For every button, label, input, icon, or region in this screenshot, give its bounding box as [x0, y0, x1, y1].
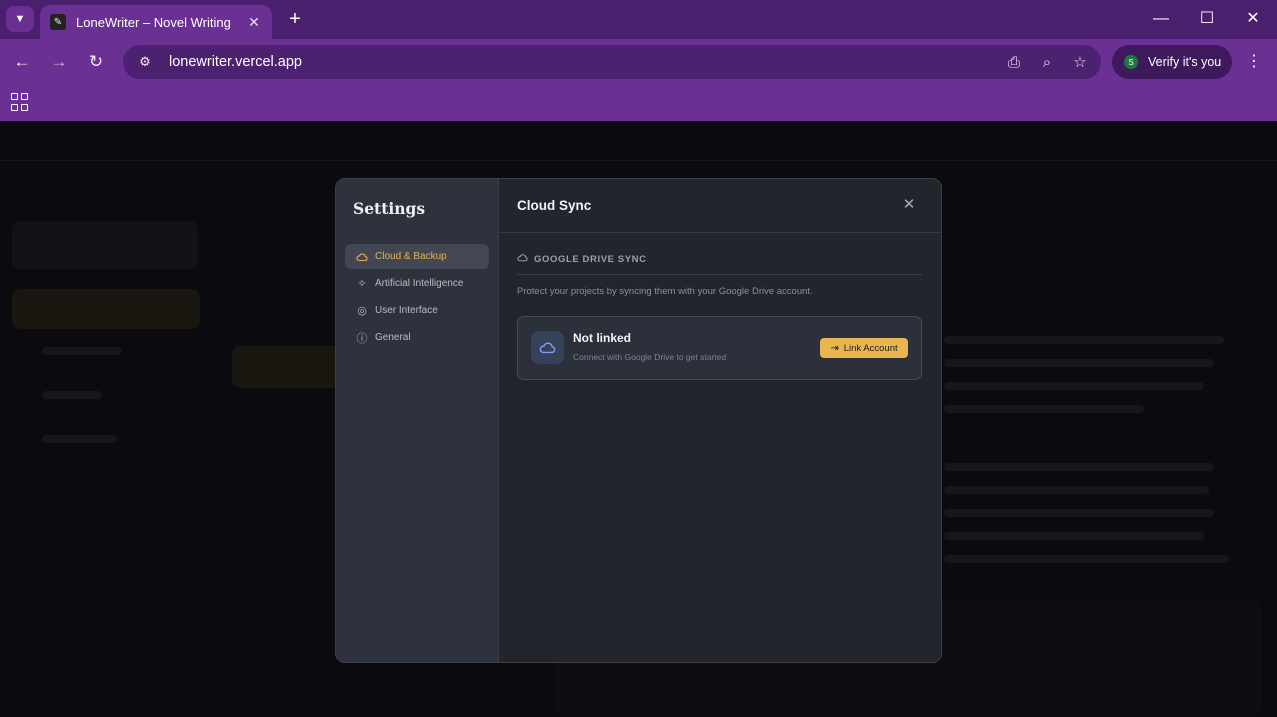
- dimmed-line: [42, 391, 102, 399]
- new-tab-button[interactable]: +: [284, 8, 306, 30]
- nav-item-user-interface[interactable]: ◎ User Interface: [345, 298, 489, 323]
- nav-item-cloud-backup[interactable]: Cloud & Backup: [345, 244, 489, 269]
- settings-panel: Cloud Sync ✕ GOOGLE DRIVE SYNC Protect y…: [499, 179, 941, 662]
- dimmed-line: [944, 336, 1224, 344]
- close-tab-icon[interactable]: ✕: [246, 14, 262, 31]
- cloud-icon: [355, 250, 369, 264]
- panel-title: Cloud Sync: [517, 198, 592, 213]
- plus-icon: +: [289, 8, 301, 30]
- dimmed-line: [944, 382, 1204, 390]
- minimize-icon: —: [1153, 10, 1169, 27]
- reload-icon: ↻: [88, 52, 104, 71]
- palette-icon: ◎: [357, 305, 367, 317]
- dimmed-line: [944, 509, 1214, 517]
- dimmed-active-item: [12, 289, 200, 329]
- sparkles-icon: ✧: [357, 278, 367, 290]
- link-status: Not linked: [573, 331, 632, 345]
- cloud-icon: [517, 253, 529, 265]
- bookmarks-bar: [0, 85, 1277, 121]
- app-topbar-dimmed: [0, 121, 1277, 161]
- link-account-button[interactable]: ⇥ Link Account: [820, 338, 908, 358]
- tab-title: LoneWriter – Novel Writing: [76, 14, 231, 30]
- nav-label: Cloud & Backup: [375, 251, 447, 262]
- dimmed-line: [944, 359, 1214, 367]
- link-account-label: Link Account: [843, 342, 898, 354]
- dimmed-line: [944, 486, 1209, 494]
- dimmed-line: [944, 532, 1204, 540]
- close-icon: ✕: [1246, 10, 1260, 27]
- reload-button[interactable]: ↻: [84, 51, 108, 73]
- arrow-right-icon: →: [50, 52, 68, 71]
- url-text[interactable]: lonewriter.vercel.app: [169, 54, 1002, 70]
- address-bar[interactable]: ⚙ lonewriter.vercel.app ⎙ ⌕ ☆: [123, 45, 1101, 79]
- tab-strip: ▼ ✎ LoneWriter – Novel Writing ✕ + — ☐ ✕: [0, 0, 1277, 39]
- site-settings-icon[interactable]: ⚙: [135, 52, 155, 72]
- more-vert-icon: ⋮: [1246, 53, 1262, 70]
- nav-label: Artificial Intelligence: [375, 278, 464, 289]
- nav-item-artificial-intelligence[interactable]: ✧ Artificial Intelligence: [345, 271, 489, 296]
- info-icon: ⓘ: [356, 332, 368, 345]
- panel-header: Cloud Sync ✕: [499, 179, 941, 233]
- nav-item-general[interactable]: ⓘ General: [345, 325, 489, 350]
- browser-chrome: ▼ ✎ LoneWriter – Novel Writing ✕ + — ☐ ✕…: [0, 0, 1277, 121]
- maximize-icon: ☐: [1199, 10, 1215, 27]
- dimmed-line: [42, 435, 117, 443]
- settings-modal: Settings Cloud & Backup ✧ Artificial Int…: [335, 178, 942, 663]
- drive-link-card: Not linked Connect with Google Drive to …: [517, 316, 922, 380]
- dimmed-line: [944, 555, 1229, 563]
- zoom-icon[interactable]: ⌕: [1035, 50, 1059, 74]
- settings-sidebar: Settings Cloud & Backup ✧ Artificial Int…: [336, 179, 499, 662]
- browser-menu-button[interactable]: ⋮: [1244, 50, 1264, 74]
- nav-label: General: [375, 332, 411, 343]
- minimize-button[interactable]: —: [1149, 8, 1173, 30]
- back-button[interactable]: ←: [10, 51, 34, 73]
- arrow-left-icon: ←: [13, 52, 31, 71]
- dimmed-line: [944, 463, 1214, 471]
- star-icon[interactable]: ☆: [1068, 50, 1092, 74]
- dimmed-line: [944, 405, 1144, 413]
- forward-button[interactable]: →: [47, 51, 71, 73]
- section-title: GOOGLE DRIVE SYNC: [534, 253, 647, 265]
- cloud-icon: [531, 331, 564, 364]
- section-header: GOOGLE DRIVE SYNC: [517, 253, 647, 265]
- tab-search-button[interactable]: ▼: [6, 6, 34, 32]
- install-app-icon[interactable]: ⎙: [1002, 50, 1026, 74]
- close-icon: ✕: [902, 196, 916, 213]
- pen-icon: ✎: [50, 14, 66, 30]
- dimmed-active-item: [232, 346, 342, 388]
- settings-title: Settings: [353, 199, 426, 218]
- chevron-down-icon: ▼: [14, 13, 26, 25]
- link-status-subtitle: Connect with Google Drive to get started: [573, 352, 727, 362]
- divider: [517, 274, 922, 275]
- dimmed-line: [42, 347, 122, 355]
- maximize-button[interactable]: ☐: [1195, 8, 1219, 30]
- avatar: S: [1124, 55, 1138, 69]
- profile-button[interactable]: S Verify it's you: [1112, 45, 1232, 79]
- browser-toolbar: ← → ↻ ⚙ lonewriter.vercel.app ⎙ ⌕ ☆ S Ve…: [0, 39, 1277, 85]
- close-modal-button[interactable]: ✕: [900, 196, 918, 214]
- section-description: Protect your projects by syncing them wi…: [517, 286, 813, 297]
- verify-label: Verify it's you: [1148, 55, 1222, 69]
- close-window-button[interactable]: ✕: [1241, 8, 1265, 30]
- nav-label: User Interface: [375, 305, 438, 316]
- browser-tab[interactable]: ✎ LoneWriter – Novel Writing ✕: [40, 5, 272, 39]
- dimmed-project-card: [12, 221, 198, 269]
- login-icon: ⇥: [830, 342, 839, 354]
- apps-grid-icon[interactable]: [11, 93, 29, 111]
